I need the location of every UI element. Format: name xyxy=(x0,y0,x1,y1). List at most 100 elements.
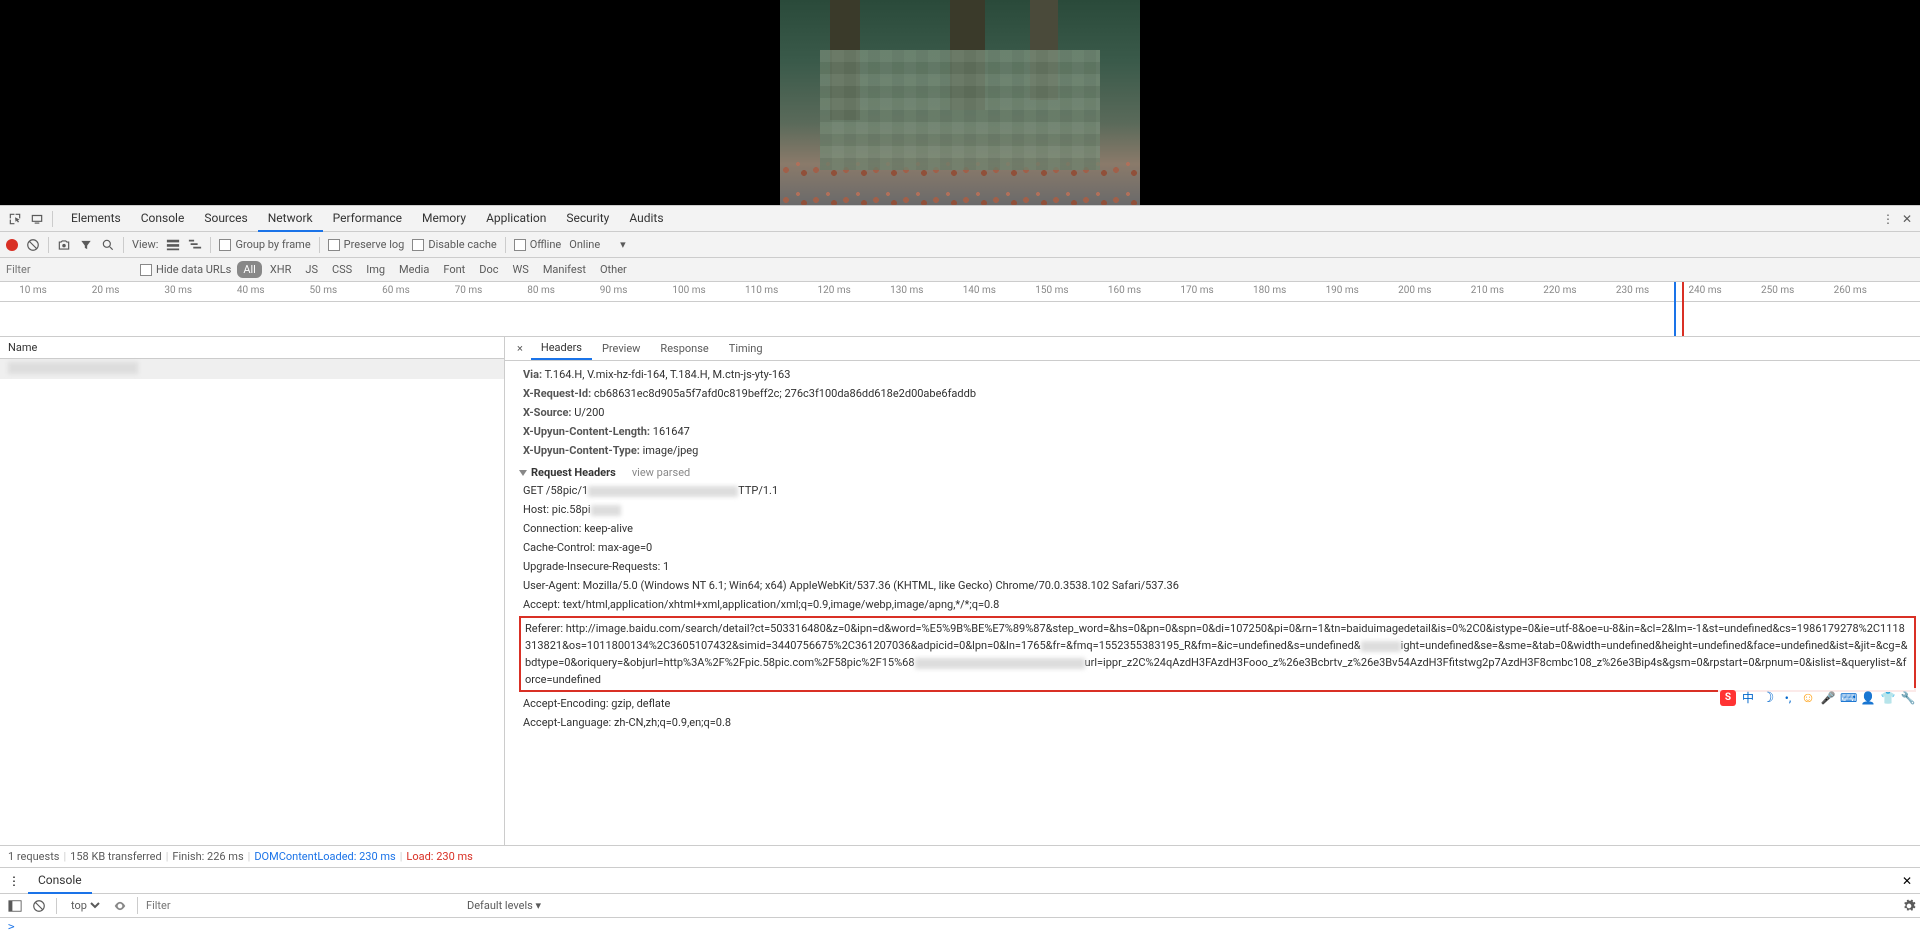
accept-header: Accept: text/html,application/xhtml+xml,… xyxy=(515,595,1920,614)
online-selector[interactable]: Online xyxy=(569,238,600,251)
headers-content[interactable]: Via: T.164.H, V.mix-hz-fdi-164, T.184.H,… xyxy=(505,361,1920,845)
offline-checkbox[interactable]: Offline xyxy=(514,238,562,251)
group-by-frame-checkbox[interactable]: Group by frame xyxy=(219,238,310,251)
details-tab-preview[interactable]: Preview xyxy=(592,338,650,359)
ime-toolbar[interactable]: S 中 ☽ •, ☺ 🎤 ⌨ 👤 👕 🔧 xyxy=(1718,688,1918,708)
timeline-tick: 20 ms xyxy=(92,285,120,296)
clear-icon[interactable] xyxy=(26,238,40,252)
header-via-value: T.164.H, V.mix-hz-fdi-164, T.184.H, M.ct… xyxy=(545,368,791,381)
filter-bar: Hide data URLs All XHR JS CSS Img Media … xyxy=(0,258,1920,282)
large-rows-icon[interactable] xyxy=(166,238,180,252)
capture-screenshot-icon[interactable] xyxy=(57,238,71,252)
tab-network[interactable]: Network xyxy=(258,206,323,232)
timeline-tick: 50 ms xyxy=(310,285,338,296)
console-sidebar-icon[interactable] xyxy=(8,899,22,913)
accept-language-header: Accept-Language: zh-CN,zh;q=0.9,en;q=0.8 xyxy=(515,713,1920,732)
domcontentloaded-marker xyxy=(1674,282,1676,336)
filter-type-font[interactable]: Font xyxy=(437,261,471,278)
network-timeline[interactable]: 10 ms20 ms30 ms40 ms50 ms60 ms70 ms80 ms… xyxy=(0,282,1920,337)
tab-application[interactable]: Application xyxy=(476,206,556,232)
more-icon[interactable]: ⋮ xyxy=(1882,212,1894,226)
console-filter-input[interactable] xyxy=(137,897,457,914)
console-tab[interactable]: Console xyxy=(28,868,92,894)
timeline-tick: 240 ms xyxy=(1688,285,1721,296)
filter-type-doc[interactable]: Doc xyxy=(473,261,504,278)
request-list-header[interactable]: Name xyxy=(0,337,504,359)
ime-punct-icon[interactable]: •, xyxy=(1780,690,1796,706)
details-tab-response[interactable]: Response xyxy=(650,338,718,359)
status-load: Load: 230 ms xyxy=(406,850,472,863)
tab-performance[interactable]: Performance xyxy=(323,206,412,232)
filter-type-manifest[interactable]: Manifest xyxy=(537,261,592,278)
ime-smiley-icon[interactable]: ☺ xyxy=(1800,690,1816,706)
timeline-tick: 30 ms xyxy=(164,285,192,296)
header-xrequestid-name: X-Request-Id: xyxy=(523,387,591,400)
timeline-tick: 150 ms xyxy=(1035,285,1068,296)
filter-type-xhr[interactable]: XHR xyxy=(264,261,298,278)
details-tab-headers[interactable]: Headers xyxy=(531,337,592,360)
tab-memory[interactable]: Memory xyxy=(412,206,476,232)
close-devtools-icon[interactable]: ✕ xyxy=(1902,212,1912,226)
sogou-ime-icon[interactable]: S xyxy=(1720,690,1736,706)
throttling-dropdown-icon[interactable]: ▾ xyxy=(620,238,626,251)
console-close-icon[interactable]: ✕ xyxy=(1902,874,1912,888)
tab-elements[interactable]: Elements xyxy=(61,206,131,232)
ime-moon-icon[interactable]: ☽ xyxy=(1760,690,1776,706)
close-details-icon[interactable]: × xyxy=(509,338,531,359)
triangle-down-icon xyxy=(519,470,527,476)
tab-console[interactable]: Console xyxy=(131,206,195,232)
host-header: Host: pic.58pi xyxy=(515,500,1920,519)
ime-mic-icon[interactable]: 🎤 xyxy=(1820,690,1836,706)
tab-sources[interactable]: Sources xyxy=(194,206,257,232)
console-more-icon[interactable]: ⋮ xyxy=(8,874,20,888)
header-xupyun-type-value: image/jpeg xyxy=(643,444,699,457)
status-bar: 1 requests | 158 KB transferred | Finish… xyxy=(0,845,1920,867)
console-prompt[interactable]: > xyxy=(0,918,1920,938)
timeline-tick: 250 ms xyxy=(1761,285,1794,296)
filter-type-media[interactable]: Media xyxy=(393,261,435,278)
device-toggle-icon[interactable] xyxy=(30,212,44,226)
request-headers-section[interactable]: Request Headers view parsed xyxy=(515,460,1920,481)
eye-icon[interactable] xyxy=(113,899,127,913)
view-parsed-link[interactable]: view parsed xyxy=(632,466,690,479)
devtools-panel: Elements Console Sources Network Perform… xyxy=(0,205,1920,938)
console-levels-dropdown[interactable]: Default levels ▾ xyxy=(467,899,541,912)
timeline-tick: 60 ms xyxy=(382,285,410,296)
devtools-tab-bar: Elements Console Sources Network Perform… xyxy=(0,206,1920,232)
header-xsource-name: X-Source: xyxy=(523,406,572,419)
hide-data-urls-checkbox[interactable]: Hide data URLs xyxy=(140,263,231,276)
tab-security[interactable]: Security xyxy=(556,206,619,232)
search-icon[interactable] xyxy=(101,238,115,252)
ime-person-icon[interactable]: 👤 xyxy=(1860,690,1876,706)
ime-lang-icon[interactable]: 中 xyxy=(1740,690,1756,706)
console-clear-icon[interactable] xyxy=(32,899,46,913)
accept-encoding-header: Accept-Encoding: gzip, deflate xyxy=(515,694,1920,713)
filter-type-css[interactable]: CSS xyxy=(326,261,358,278)
request-row[interactable] xyxy=(0,359,504,379)
disable-cache-checkbox[interactable]: Disable cache xyxy=(412,238,496,251)
inspect-icon[interactable] xyxy=(8,212,22,226)
filter-type-js[interactable]: JS xyxy=(299,261,324,278)
console-settings-icon[interactable] xyxy=(1902,899,1916,913)
header-xupyun-len-value: 161647 xyxy=(653,425,690,438)
tab-audits[interactable]: Audits xyxy=(619,206,673,232)
filter-type-all[interactable]: All xyxy=(237,261,262,278)
filter-type-other[interactable]: Other xyxy=(594,261,633,278)
filter-input[interactable] xyxy=(0,261,140,278)
console-context-dropdown[interactable]: top xyxy=(67,898,103,913)
filter-type-img[interactable]: Img xyxy=(360,261,391,278)
timeline-tick: 80 ms xyxy=(527,285,555,296)
ime-shirt-icon[interactable]: 👕 xyxy=(1880,690,1896,706)
ime-wrench-icon[interactable]: 🔧 xyxy=(1900,690,1916,706)
record-button[interactable] xyxy=(6,239,18,251)
viewed-image xyxy=(780,0,1140,205)
waterfall-icon[interactable] xyxy=(188,238,202,252)
filter-toggle-icon[interactable] xyxy=(79,238,93,252)
status-finish: Finish: 226 ms xyxy=(172,850,243,863)
ime-keyboard-icon[interactable]: ⌨ xyxy=(1840,690,1856,706)
details-tab-timing[interactable]: Timing xyxy=(719,338,773,359)
timeline-tick: 180 ms xyxy=(1253,285,1286,296)
preserve-log-checkbox[interactable]: Preserve log xyxy=(328,238,405,251)
filter-type-ws[interactable]: WS xyxy=(507,261,535,278)
console-drawer: ⋮ Console ✕ top Default levels ▾ > xyxy=(0,867,1920,938)
